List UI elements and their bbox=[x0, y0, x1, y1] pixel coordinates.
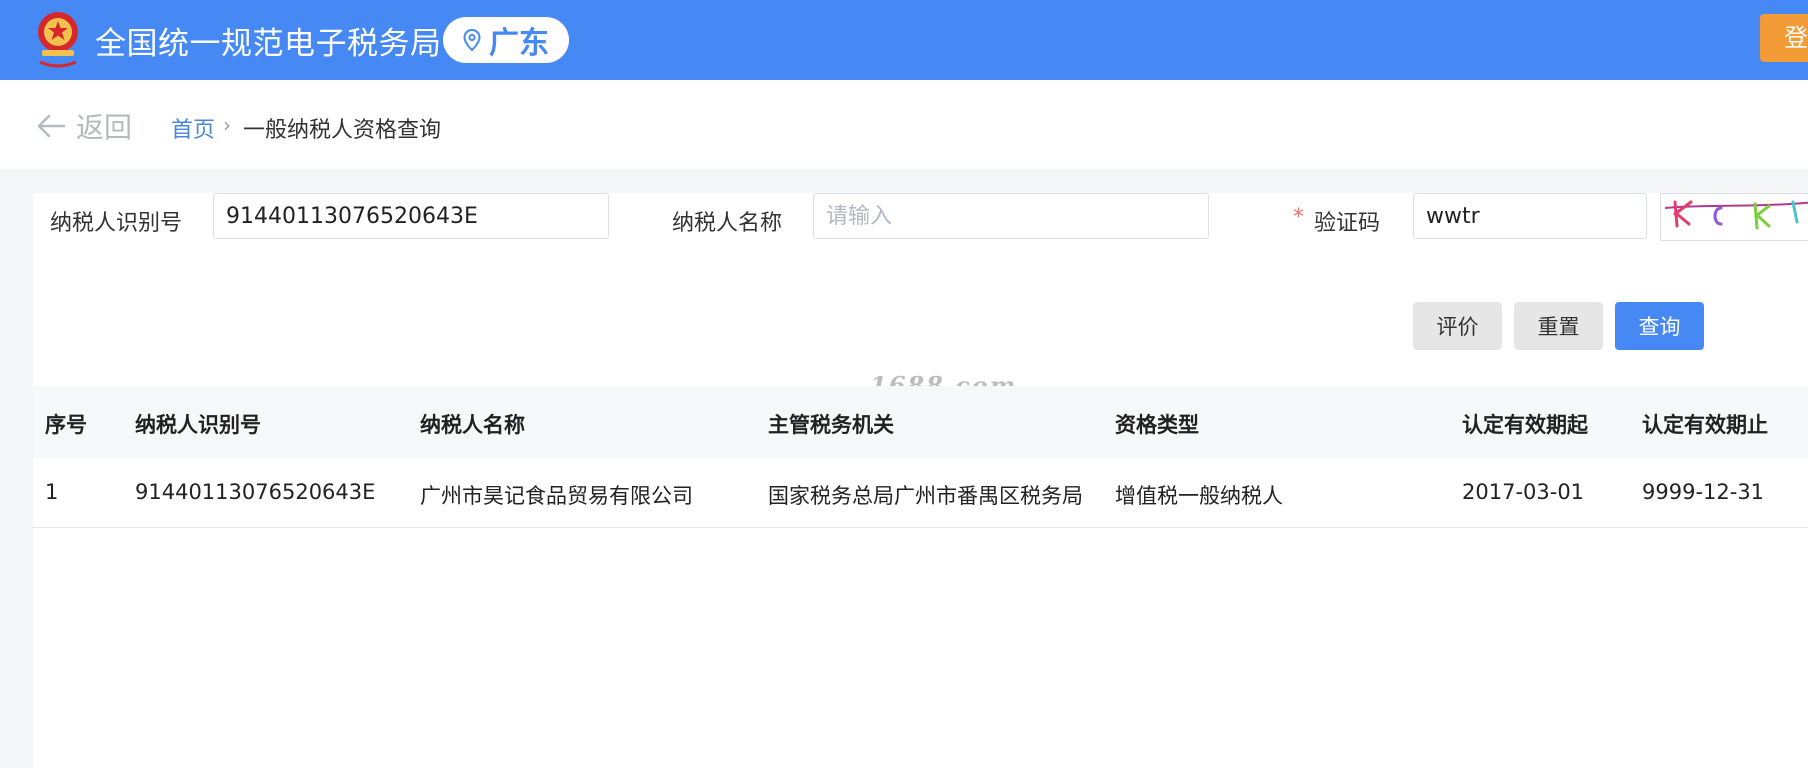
column-header-valid-to: 认定有效期止 bbox=[1642, 413, 1768, 437]
region-selector[interactable]: 广东 bbox=[443, 17, 569, 63]
cell-taxpayer-name: 广州市昊记食品贸易有限公司 bbox=[420, 484, 693, 508]
evaluate-button[interactable]: 评价 bbox=[1413, 302, 1502, 350]
column-header-qualification-type: 资格类型 bbox=[1115, 413, 1199, 437]
cell-valid-to: 9999-12-31 bbox=[1642, 480, 1765, 504]
captcha-graphic bbox=[1664, 200, 1808, 230]
arrow-left-icon bbox=[37, 114, 66, 138]
table-row: 1 91440113076520643E 广州市昊记食品贸易有限公司 国家税务总… bbox=[33, 458, 1808, 528]
breadcrumb-separator: › bbox=[223, 113, 231, 137]
required-mark: * bbox=[1293, 205, 1304, 230]
login-button[interactable]: 登 bbox=[1760, 14, 1808, 62]
region-label: 广东 bbox=[489, 26, 549, 61]
query-button[interactable]: 查询 bbox=[1615, 302, 1704, 350]
query-panel: 纳税人识别号 纳税人名称 * 验证码 评价 重置 查询 1688.com 序号 … bbox=[33, 193, 1808, 768]
breadcrumb-current: 一般纳税人资格查询 bbox=[243, 118, 442, 143]
table-header: 序号 纳税人识别号 纳税人名称 主管税务机关 资格类型 认定有效期起 认定有效期… bbox=[33, 386, 1808, 458]
column-header-valid-from: 认定有效期起 bbox=[1462, 413, 1588, 437]
taxpayer-name-input[interactable] bbox=[813, 193, 1209, 239]
location-pin-icon bbox=[463, 29, 481, 51]
column-header-taxpayer-name: 纳税人名称 bbox=[420, 413, 525, 437]
taxpayer-id-input[interactable] bbox=[213, 193, 609, 239]
top-header: 全国统一规范电子税务局 广东 登 bbox=[0, 0, 1808, 80]
back-label: 返回 bbox=[76, 111, 133, 144]
taxpayer-name-label: 纳税人名称 bbox=[672, 211, 783, 236]
cell-valid-from: 2017-03-01 bbox=[1462, 480, 1585, 504]
cell-qualification-type: 增值税一般纳税人 bbox=[1115, 484, 1283, 508]
cell-index: 1 bbox=[45, 480, 59, 504]
cell-tax-authority: 国家税务总局广州市番禺区税务局 bbox=[768, 484, 1083, 508]
cell-taxpayer-id: 91440113076520643E bbox=[135, 480, 376, 504]
tax-emblem-icon bbox=[38, 12, 78, 68]
breadcrumb-home-link[interactable]: 首页 bbox=[171, 112, 215, 144]
captcha-image[interactable] bbox=[1660, 193, 1808, 241]
captcha-label: 验证码 bbox=[1314, 211, 1381, 236]
reset-button[interactable]: 重置 bbox=[1514, 302, 1603, 350]
column-header-index: 序号 bbox=[45, 413, 87, 437]
back-button[interactable]: 返回 bbox=[36, 106, 132, 146]
site-title: 全国统一规范电子税务局 bbox=[95, 26, 442, 62]
column-header-taxpayer-id: 纳税人识别号 bbox=[135, 413, 261, 437]
taxpayer-id-label: 纳税人识别号 bbox=[50, 211, 183, 236]
breadcrumb-bar: 返回 首页 › 一般纳税人资格查询 bbox=[0, 80, 1808, 169]
captcha-input[interactable] bbox=[1413, 193, 1647, 239]
column-header-tax-authority: 主管税务机关 bbox=[768, 413, 894, 437]
